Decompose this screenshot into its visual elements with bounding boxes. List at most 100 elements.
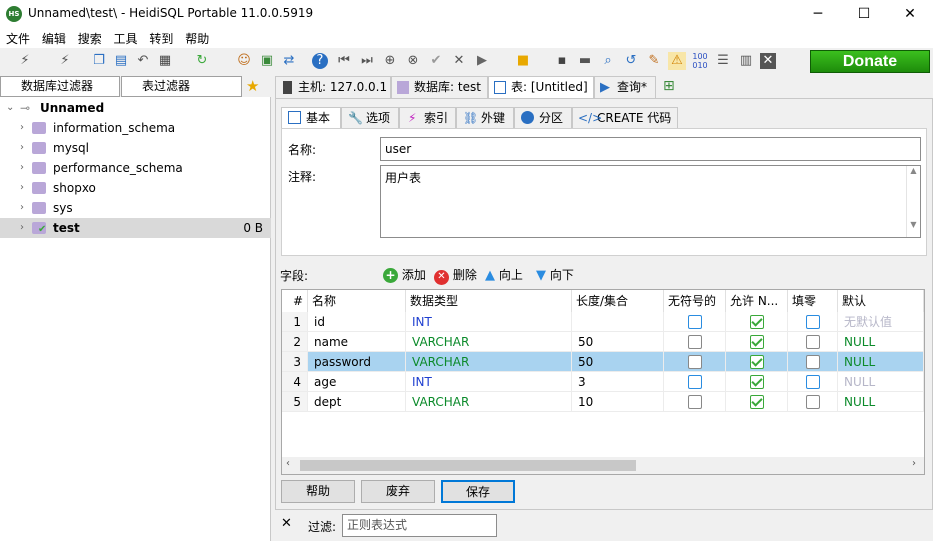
cell-unsigned[interactable] [664, 392, 726, 412]
col-header-allow-null[interactable]: 允许 N... [726, 290, 788, 312]
cell-number[interactable]: 1 [282, 312, 308, 332]
cell-zerofill[interactable] [788, 312, 838, 332]
users-icon[interactable]: ☺ [235, 52, 253, 70]
discard-button[interactable]: 废弃 [361, 480, 435, 503]
new-tab-icon[interactable]: ⊞ [663, 78, 675, 94]
cell-number[interactable]: 4 [282, 372, 308, 392]
checkbox-icon[interactable] [688, 395, 702, 409]
col-header-zerofill[interactable]: 填零 [788, 290, 838, 312]
table-row[interactable]: 5 dept VARCHAR 10 NULL [282, 392, 924, 412]
chevron-right-icon[interactable]: › [20, 218, 24, 238]
menu-search[interactable]: 搜索 [72, 28, 102, 47]
col-header-length[interactable]: 长度/集合 [572, 290, 664, 312]
connect-icon[interactable]: ⚡ [16, 52, 34, 70]
tab-table[interactable]: 表: [Untitled] [488, 76, 594, 99]
filter-input[interactable]: 正则表达式 [342, 514, 497, 537]
tab-host[interactable]: 主机: 127.0.0.1 [275, 76, 391, 99]
table-filter-input[interactable]: 表过滤器 [121, 76, 242, 97]
tab-options[interactable]: 🔧 选项 [341, 107, 399, 129]
copy-icon[interactable]: ❐ [90, 52, 108, 70]
tab-foreign-keys[interactable]: ⛓ 外键 [456, 107, 514, 129]
table-row[interactable]: 4 age INT 3 NULL [282, 372, 924, 392]
col-header-type[interactable]: 数据类型 [406, 290, 572, 312]
move-up-button[interactable]: ▲ 向上 [485, 266, 523, 283]
checkbox-icon[interactable] [806, 355, 820, 369]
tab-create-code[interactable]: </> CREATE 代码 [572, 107, 678, 129]
undo-icon[interactable]: ↶ [134, 52, 152, 70]
refresh-icon[interactable]: ↻ [193, 52, 211, 70]
save-icon[interactable]: ▪ [553, 52, 571, 70]
save-button[interactable]: 保存 [441, 480, 515, 503]
donate-button[interactable]: Donate [810, 50, 930, 73]
warning-icon[interactable]: ⚠ [668, 52, 686, 70]
chevron-right-icon[interactable]: › [20, 198, 24, 218]
menu-file[interactable]: 文件 [0, 28, 30, 47]
cell-zerofill[interactable] [788, 332, 838, 352]
cell-zerofill[interactable] [788, 392, 838, 412]
tree-item-selected[interactable]: › ✔ test 0 B [0, 218, 271, 238]
tab-query[interactable]: ▶ 查询* [594, 76, 656, 99]
tree-item[interactable]: › shopxo [0, 178, 271, 198]
cell-default[interactable]: 无默认值 [838, 312, 924, 332]
run-icon[interactable]: ▶ [473, 52, 491, 70]
cell-number[interactable]: 2 [282, 332, 308, 352]
cell-unsigned[interactable] [664, 372, 726, 392]
tree-item[interactable]: › mysql [0, 138, 271, 158]
checkbox-checked-icon[interactable] [750, 355, 764, 369]
cell-name[interactable]: dept [308, 392, 406, 412]
cell-default[interactable]: NULL [838, 352, 924, 372]
table-row[interactable]: 3 password VARCHAR 50 NULL [282, 352, 924, 372]
close-filter-icon[interactable]: ✕ [281, 516, 292, 531]
cell-allow-null[interactable] [726, 312, 788, 332]
last-icon[interactable]: ⏭ [358, 52, 376, 70]
db-filter-input[interactable]: 数据库过滤器 [0, 76, 120, 97]
checkbox-icon[interactable] [806, 395, 820, 409]
menu-edit[interactable]: 编辑 [36, 28, 66, 47]
load-icon[interactable]: ▬ [576, 52, 594, 70]
cell-length[interactable] [572, 312, 664, 332]
cell-number[interactable]: 5 [282, 392, 308, 412]
menu-help[interactable]: 帮助 [179, 28, 209, 47]
comment-scrollbar[interactable]: ▲ ▼ [906, 166, 920, 237]
tree-item[interactable]: › performance_schema [0, 158, 271, 178]
disconnect-icon[interactable]: ⚡ [56, 52, 74, 70]
checkbox-icon[interactable] [806, 335, 820, 349]
col-header-unsigned[interactable]: 无符号的 [664, 290, 726, 312]
binary-icon[interactable]: 100 010 [691, 52, 709, 70]
tab-partitions[interactable]: 分区 [514, 107, 572, 129]
col-header-default[interactable]: 默认 [838, 290, 924, 312]
cell-default[interactable]: NULL [838, 372, 924, 392]
cell-type[interactable]: VARCHAR [406, 332, 572, 352]
cell-allow-null[interactable] [726, 372, 788, 392]
checkbox-icon[interactable] [688, 375, 702, 389]
help-icon[interactable]: ? [312, 53, 328, 69]
close-button[interactable]: ✕ [887, 0, 933, 28]
replace-icon[interactable]: ↺ [622, 52, 640, 70]
cell-type[interactable]: VARCHAR [406, 392, 572, 412]
delete-row-icon[interactable]: ⊗ [404, 52, 422, 70]
cell-allow-null[interactable] [726, 352, 788, 372]
move-down-button[interactable]: ▼ 向下 [536, 266, 574, 283]
col-header-name[interactable]: 名称 [308, 290, 406, 312]
cell-length[interactable]: 10 [572, 392, 664, 412]
cell-number[interactable]: 3 [282, 352, 308, 372]
checkbox-icon[interactable] [806, 315, 820, 329]
col-header-number[interactable]: # [282, 290, 308, 312]
add-field-button[interactable]: + 添加 [383, 266, 426, 283]
menu-tools[interactable]: 工具 [108, 28, 138, 47]
horizontal-scrollbar[interactable]: ‹ › [282, 457, 924, 474]
table-row[interactable]: 2 name VARCHAR 50 NULL [282, 332, 924, 352]
paste-icon[interactable]: ▤ [112, 52, 130, 70]
checkbox-checked-icon[interactable] [750, 375, 764, 389]
transfer-icon[interactable]: ⇄ [280, 52, 298, 70]
menu-goto[interactable]: 转到 [143, 28, 173, 47]
chevron-down-icon[interactable]: ⌄ [6, 98, 14, 118]
checkbox-checked-icon[interactable] [750, 335, 764, 349]
cell-allow-null[interactable] [726, 332, 788, 352]
chevron-right-icon[interactable]: › [20, 138, 24, 158]
checkbox-icon[interactable] [806, 375, 820, 389]
tab-indexes[interactable]: ⚡ 索引 [399, 107, 456, 129]
checkbox-checked-icon[interactable] [750, 315, 764, 329]
clean-icon[interactable]: ✎ [645, 52, 663, 70]
cell-type[interactable]: INT [406, 372, 572, 392]
